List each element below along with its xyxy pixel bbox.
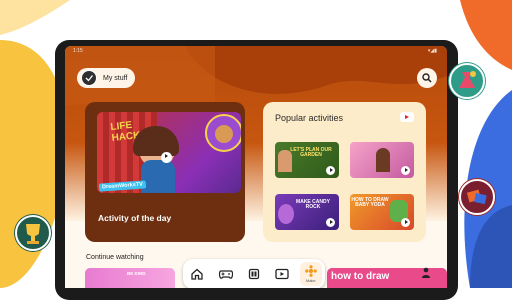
science-icon <box>448 62 486 100</box>
continue-watching-text-1: BE KIND <box>127 271 146 276</box>
profile-icon <box>422 267 430 278</box>
video-icon <box>275 268 290 280</box>
nav-video[interactable] <box>271 262 293 286</box>
continue-watching-title: Continue watching <box>86 254 144 261</box>
continue-watching-item-1[interactable]: BE KIND <box>85 268 175 288</box>
status-time: 1:15 <box>73 48 83 54</box>
my-stuff-label: My stuff <box>103 74 128 82</box>
bottom-nav: Make <box>183 259 325 288</box>
play-icon <box>161 152 172 163</box>
popular-thumbnail-2[interactable] <box>350 142 414 178</box>
nav-apps[interactable] <box>243 262 265 286</box>
play-icon <box>401 218 410 227</box>
search-icon <box>422 73 432 83</box>
popular-thumbnail-4[interactable]: HOW TO DRAW BABY YODA <box>350 194 414 230</box>
play-icon <box>326 166 335 175</box>
activity-of-the-day-title: Activity of the day <box>98 213 172 223</box>
profile-button[interactable] <box>419 266 433 280</box>
popular-activities-card: Popular activities LET'S PLAN OUR GARDEN… <box>263 102 426 242</box>
nav-home[interactable] <box>186 262 208 286</box>
youtube-icon <box>400 112 414 122</box>
host-shirt <box>141 160 175 193</box>
home-icon <box>191 268 203 280</box>
search-button[interactable] <box>417 68 437 88</box>
trophy-icon <box>14 214 52 252</box>
make-icon <box>304 265 317 277</box>
popular-caption-4: HOW TO DRAW BABY YODA <box>351 197 389 208</box>
nav-make-label: Make <box>305 278 316 283</box>
apps-icon <box>248 268 260 280</box>
popular-caption-3: MAKE CANDY ROCK <box>296 199 330 210</box>
my-stuff-button[interactable]: My stuff <box>77 68 135 88</box>
popular-activities-title: Popular activities <box>275 113 344 123</box>
avatar <box>81 70 97 86</box>
activity-of-the-day-card[interactable]: LIFE HACKS DreamWorksTV Activity of the … <box>85 102 245 242</box>
popular-thumbnail-3[interactable]: MAKE CANDY ROCK <box>275 194 339 230</box>
play-icon <box>401 166 410 175</box>
gamepad-icon <box>218 270 233 279</box>
popular-caption-1: LET'S PLAN OUR GARDEN <box>290 147 332 158</box>
activity-of-the-day-thumbnail[interactable]: LIFE HACKS DreamWorksTV <box>97 112 241 193</box>
check-icon <box>85 75 94 82</box>
dog-avatar <box>205 114 241 152</box>
nav-make[interactable]: Make <box>299 262 322 286</box>
app-screen: 1:15 ▾◢▮ My stuff LIFE HACKS DreamWorksT… <box>65 46 447 288</box>
continue-watching-text-2: how to draw <box>331 271 390 282</box>
play-icon <box>326 218 335 227</box>
nav-games[interactable] <box>215 262 237 286</box>
crafts-icon <box>458 178 496 216</box>
popular-thumbnail-1[interactable]: LET'S PLAN OUR GARDEN <box>275 142 339 178</box>
host-hair <box>133 126 179 156</box>
status-icons: ▾◢▮ <box>427 48 437 54</box>
